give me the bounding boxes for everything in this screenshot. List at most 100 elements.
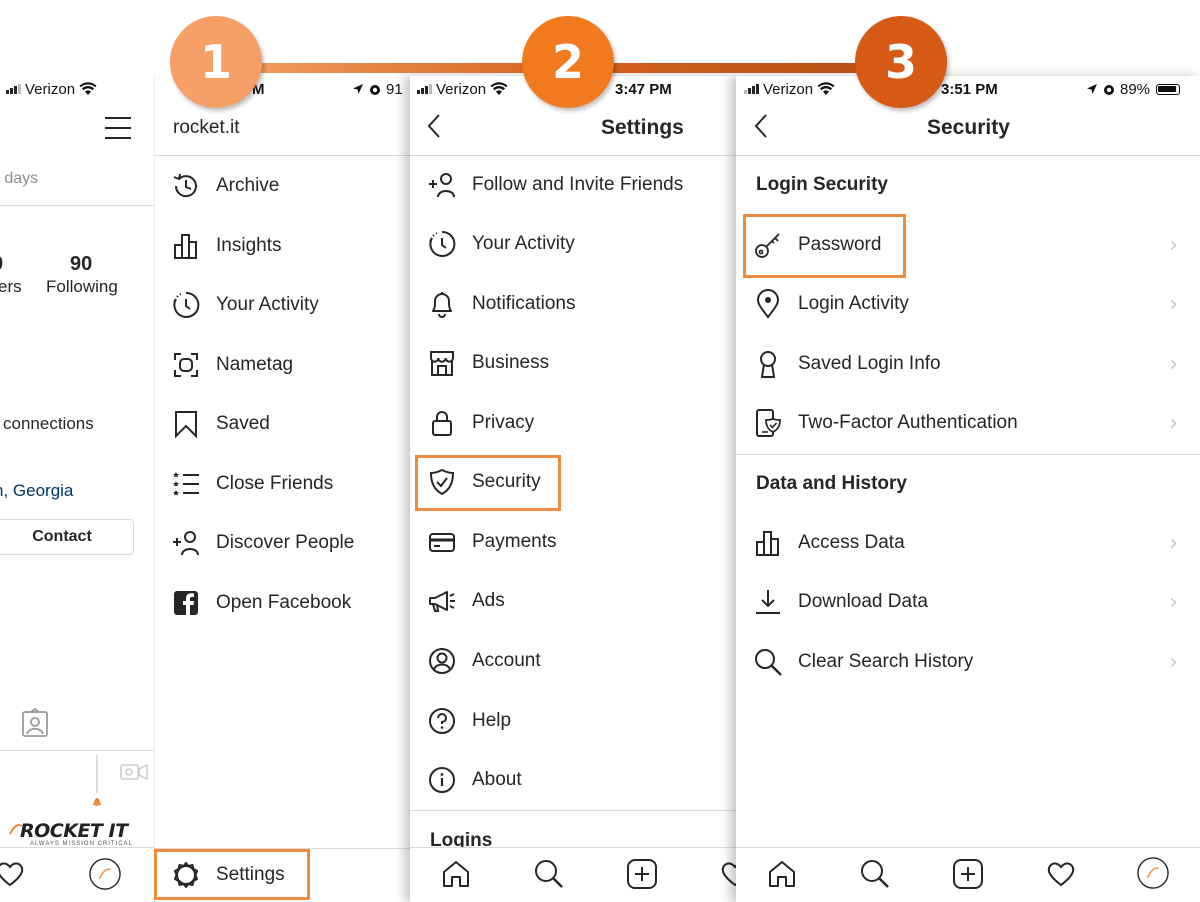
menu-item-label: Discover People [216, 532, 355, 553]
following-count[interactable]: 90 [70, 253, 92, 276]
settings-item-about[interactable]: About [426, 758, 522, 802]
security-item-download-data[interactable]: Download Data › [752, 580, 1200, 624]
alarm-icon [1104, 85, 1114, 95]
insights-icon [170, 230, 202, 262]
settings-item-your-activity[interactable]: Your Activity [426, 222, 575, 266]
location-pin-icon [752, 288, 784, 320]
wifi-icon [490, 82, 508, 95]
chevron-right-icon: › [1169, 650, 1178, 675]
status-icons-panel3: 89% [1086, 80, 1181, 98]
days-text: 7 days [0, 170, 39, 187]
tagged-photos-icon[interactable] [21, 707, 49, 738]
security-item-access-data[interactable]: Access Data › [752, 521, 1200, 565]
search-tab-icon[interactable] [533, 858, 565, 890]
security-item-clear-search-history[interactable]: Clear Search History › [752, 640, 1200, 684]
help-icon [426, 705, 458, 737]
profile-tab-avatar[interactable] [1137, 857, 1171, 891]
time-label: 3:47 PM [615, 80, 672, 98]
download-icon [752, 586, 784, 618]
settings-item-payments[interactable]: Payments [426, 520, 556, 564]
home-tab-icon[interactable] [440, 858, 472, 890]
menu-item-nametag[interactable]: Nametag [170, 343, 293, 387]
settings-item-privacy[interactable]: Privacy [426, 401, 534, 445]
settings-item-label: Business [472, 352, 550, 373]
step-number: 2 [551, 35, 584, 89]
search-tab-icon[interactable] [859, 858, 891, 890]
heart-tab-icon[interactable] [719, 858, 736, 890]
settings-item-label: Follow and Invite Friends [472, 174, 684, 195]
menu-item-saved[interactable]: Saved [170, 402, 270, 446]
back-chevron-icon[interactable] [752, 113, 770, 139]
page-title: Settings [601, 116, 684, 139]
menu-item-label: Your Activity [216, 294, 319, 315]
followers-count-partial: 0 [0, 253, 3, 276]
heart-tab-icon[interactable] [1045, 858, 1077, 890]
menu-item-your-activity[interactable]: Your Activity [170, 283, 319, 327]
settings-item-label: Notifications [472, 293, 576, 314]
location-link[interactable]: n, Georgia [0, 481, 73, 501]
followers-label-partial: ers [0, 277, 22, 296]
status-bar-panel0: Verizon [6, 80, 97, 98]
new-post-tab-icon[interactable] [952, 858, 984, 890]
menu-item-label: Close Friends [216, 473, 334, 494]
chevron-right-icon: › [1169, 292, 1178, 317]
add-person-icon [426, 169, 458, 201]
settings-item-notifications[interactable]: Notifications [426, 282, 576, 326]
archive-icon [170, 170, 202, 202]
highlight-box-security [415, 455, 561, 511]
security-item-label: Login Activity [798, 293, 909, 314]
divider [410, 810, 736, 811]
settings-item-business[interactable]: Business [426, 341, 549, 385]
megaphone-icon [426, 585, 458, 617]
menu-item-label: Nametag [216, 354, 294, 375]
menu-item-insights[interactable]: Insights [170, 224, 281, 268]
divider [736, 454, 1200, 455]
menu-item-discover-people[interactable]: Discover People [170, 521, 354, 565]
settings-item-label: Account [472, 650, 541, 671]
divider [736, 155, 1200, 156]
security-item-saved-login-info[interactable]: Saved Login Info › [752, 342, 1200, 386]
security-item-label: Saved Login Info [798, 353, 941, 374]
menu-item-open-facebook[interactable]: Open Facebook [170, 581, 351, 625]
lock-icon [426, 407, 458, 439]
divider [0, 205, 154, 206]
menu-item-close-friends[interactable]: Close Friends [170, 462, 333, 506]
add-person-icon [170, 527, 202, 559]
settings-item-ads[interactable]: Ads [426, 579, 505, 623]
menu-item-archive[interactable]: Archive [170, 164, 279, 208]
facebook-icon [170, 587, 202, 619]
new-post-tab-icon[interactable] [626, 858, 658, 890]
settings-item-label: Privacy [472, 412, 535, 433]
highlight-box-password [743, 214, 906, 278]
security-item-login-activity[interactable]: Login Activity › [752, 282, 1200, 326]
signal-icon [6, 84, 21, 94]
following-label[interactable]: Following [46, 277, 118, 297]
contact-button[interactable]: Contact [0, 519, 134, 555]
carrier-label: Verizon [25, 80, 76, 98]
chevron-right-icon: › [1169, 352, 1178, 377]
settings-item-label: Payments [472, 531, 557, 552]
menu-item-label: Insights [216, 235, 282, 256]
insights-icon [752, 527, 784, 559]
time-panel2: 3:47 PM [615, 80, 672, 98]
time-label: 3:51 PM [941, 80, 998, 98]
bookmark-icon [170, 408, 202, 440]
heart-tab-icon[interactable] [0, 858, 26, 890]
location-arrow-icon [1087, 84, 1097, 94]
profile-tab-avatar[interactable] [89, 858, 123, 892]
chevron-right-icon: › [1169, 233, 1178, 258]
divider [154, 155, 410, 156]
connections-text: connections [3, 414, 94, 433]
back-chevron-icon[interactable] [425, 113, 443, 139]
settings-item-help[interactable]: Help [426, 699, 511, 743]
settings-item-label: Ads [472, 590, 505, 611]
settings-item-follow-invite[interactable]: Follow and Invite Friends [426, 163, 683, 207]
signal-icon [417, 84, 432, 94]
home-tab-icon[interactable] [766, 858, 798, 890]
settings-item-account[interactable]: Account [426, 639, 541, 683]
security-item-two-factor[interactable]: Two-Factor Authentication › [752, 401, 1200, 445]
close-friends-icon [170, 468, 202, 500]
status-bar-panel3: Verizon [744, 80, 835, 98]
settings-item-label: About [472, 769, 522, 790]
hamburger-menu-icon[interactable] [105, 117, 131, 139]
